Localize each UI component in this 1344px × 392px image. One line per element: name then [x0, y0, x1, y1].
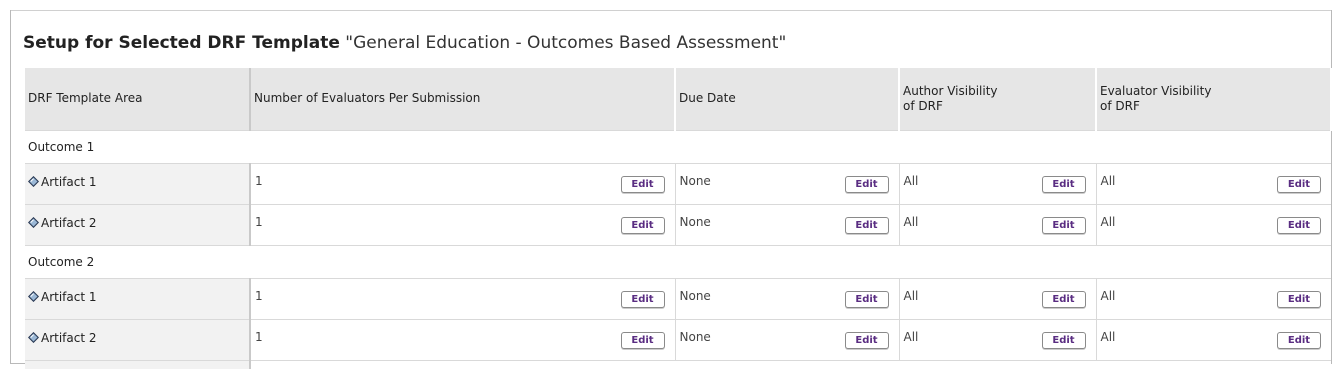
evaluator-visibility-cell: All Edit	[1095, 162, 1331, 204]
edit-evaluator-visibility-button[interactable]: Edit	[1277, 290, 1321, 308]
edit-author-visibility-button[interactable]: Edit	[1041, 331, 1086, 349]
due-date-value: None	[679, 214, 711, 229]
due-date-cell: None Edit	[674, 277, 899, 319]
area-label: Artifact 1	[41, 289, 97, 304]
evaluators-cell: 1 Edit	[249, 277, 675, 319]
evaluators-cell: 1 Edit	[249, 162, 675, 204]
empty-cell	[25, 359, 251, 369]
edit-evaluators-button[interactable]: Edit	[620, 175, 665, 193]
edit-evaluators-button[interactable]: Edit	[620, 216, 665, 234]
author-visibility-cell: All Edit	[898, 203, 1096, 245]
edit-due-date-button[interactable]: Edit	[844, 216, 889, 234]
empty-cell	[899, 359, 1096, 369]
due-date-cell: None Edit	[674, 203, 899, 245]
due-date-value: None	[679, 173, 711, 188]
col-header-author-visibility: Author Visibility of DRF	[899, 68, 1097, 130]
evaluators-cell: 1 Edit	[249, 318, 675, 360]
due-date-cell: None Edit	[674, 162, 899, 204]
edit-evaluator-visibility-button[interactable]: Edit	[1277, 331, 1321, 349]
edit-author-visibility-button[interactable]: Edit	[1041, 216, 1086, 234]
panel-top-border	[11, 10, 1331, 11]
edit-evaluator-visibility-button[interactable]: Edit	[1277, 175, 1321, 193]
table-row: Artifact 1 1 Edit None Edit All Edit All Edit	[25, 162, 1331, 204]
table-header-row: DRF Template Area Number of Evaluators P…	[25, 68, 1332, 130]
group-row: Outcome 2	[25, 244, 1331, 278]
group-label: Outcome 2	[25, 244, 1331, 278]
evaluator-visibility-value: All	[1100, 214, 1116, 229]
title-template-name: "General Education - Outcomes Based Asse…	[345, 33, 787, 53]
edit-due-date-button[interactable]: Edit	[844, 290, 889, 308]
table-row-partial	[25, 359, 1331, 369]
evaluators-value: 1	[255, 214, 263, 229]
drf-setup-panel: Setup for Selected DRF Template "General…	[10, 10, 1332, 369]
diamond-icon	[27, 331, 40, 343]
due-date-value: None	[679, 329, 711, 344]
evaluator-visibility-value: All	[1100, 173, 1116, 188]
area-label: Artifact 2	[41, 330, 97, 345]
due-date-value: None	[679, 288, 711, 303]
title-bold: Setup for Selected DRF Template	[23, 33, 340, 53]
drf-template-table: DRF Template Area Number of Evaluators P…	[25, 68, 1332, 369]
col-header-evaluators: Number of Evaluators Per Submission	[250, 68, 676, 130]
area-cell: Artifact 2	[25, 318, 251, 360]
area-label: Artifact 2	[41, 215, 97, 230]
edit-evaluator-visibility-button[interactable]: Edit	[1277, 216, 1321, 234]
edit-evaluators-button[interactable]: Edit	[620, 331, 665, 349]
page-title: Setup for Selected DRF Template "General…	[23, 33, 786, 53]
table-row: Artifact 2 1 Edit None Edit All Edit All Edit	[25, 203, 1331, 245]
diamond-icon	[27, 175, 40, 187]
empty-cell	[1096, 359, 1331, 369]
group-label: Outcome 1	[25, 129, 1331, 163]
author-visibility-value: All	[903, 214, 919, 229]
edit-evaluators-button[interactable]: Edit	[620, 290, 665, 308]
col-header-due-date: Due Date	[675, 68, 900, 130]
table-row: Artifact 1 1 Edit None Edit All Edit All Edit	[25, 277, 1331, 319]
evaluators-value: 1	[255, 288, 263, 303]
edit-due-date-button[interactable]: Edit	[844, 175, 889, 193]
area-cell: Artifact 2	[25, 203, 251, 245]
col-header-evaluator-visibility: Evaluator Visibility of DRF	[1096, 68, 1332, 130]
edit-author-visibility-button[interactable]: Edit	[1041, 175, 1086, 193]
diamond-icon	[27, 290, 40, 302]
empty-cell	[250, 359, 675, 369]
evaluator-visibility-value: All	[1100, 288, 1116, 303]
diamond-icon	[27, 216, 40, 228]
edit-author-visibility-button[interactable]: Edit	[1041, 290, 1086, 308]
evaluators-value: 1	[255, 173, 263, 188]
evaluator-visibility-cell: All Edit	[1095, 277, 1331, 319]
due-date-cell: None Edit	[674, 318, 899, 360]
author-visibility-cell: All Edit	[898, 277, 1096, 319]
author-visibility-cell: All Edit	[898, 162, 1096, 204]
area-cell: Artifact 1	[25, 277, 251, 319]
area-label: Artifact 1	[41, 174, 97, 189]
area-cell: Artifact 1	[25, 162, 251, 204]
empty-cell	[675, 359, 899, 369]
author-visibility-value: All	[903, 288, 919, 303]
author-visibility-value: All	[903, 173, 919, 188]
edit-due-date-button[interactable]: Edit	[844, 331, 889, 349]
evaluators-value: 1	[255, 329, 263, 344]
evaluator-visibility-value: All	[1100, 329, 1116, 344]
evaluator-visibility-cell: All Edit	[1095, 318, 1331, 360]
evaluator-visibility-cell: All Edit	[1095, 203, 1331, 245]
col-header-area: DRF Template Area	[25, 68, 251, 130]
author-visibility-value: All	[903, 329, 919, 344]
author-visibility-cell: All Edit	[898, 318, 1096, 360]
table-row: Artifact 2 1 Edit None Edit All Edit All Edit	[25, 318, 1331, 360]
group-row: Outcome 1	[25, 129, 1331, 163]
evaluators-cell: 1 Edit	[249, 203, 675, 245]
table-body: Outcome 1 Artifact 1 1 Edit None Edit All Edit A…	[25, 129, 1331, 369]
